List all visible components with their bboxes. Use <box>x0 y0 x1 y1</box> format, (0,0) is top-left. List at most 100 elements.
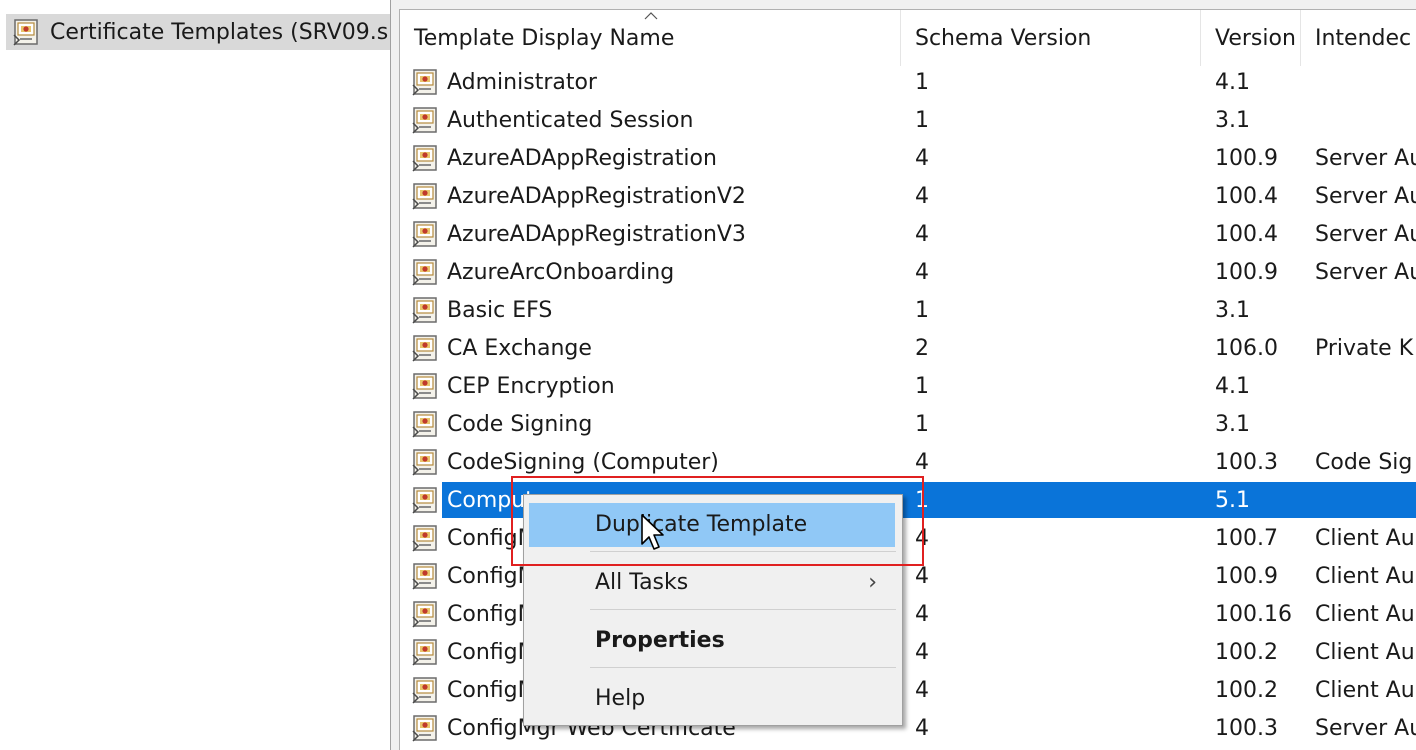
cell-name: AzureADAppRegistrationV2 <box>447 184 746 209</box>
cell-intended-purpose: Client Au <box>1315 678 1415 703</box>
menu-item-label: Duplicate Template <box>595 512 808 537</box>
table-row[interactable]: CEP Encryption 1 4.1 <box>400 367 1416 405</box>
certificate-template-icon <box>412 677 437 704</box>
cell-schema-version: 2 <box>915 336 929 361</box>
table-row[interactable]: Authenticated Session 1 3.1 <box>400 101 1416 139</box>
cell-version: 100.9 <box>1215 146 1278 171</box>
cell-version: 4.1 <box>1215 374 1250 399</box>
cell-intended-purpose: Client Au <box>1315 602 1415 627</box>
cell-intended-purpose: Client Au <box>1315 526 1415 551</box>
cell-version: 106.0 <box>1215 336 1278 361</box>
table-row[interactable]: CodeSigning (Computer) 4 100.3 Code Sig <box>400 443 1416 481</box>
cell-intended-purpose: Code Sig <box>1315 450 1413 475</box>
cell-intended-purpose: Server Au <box>1315 184 1416 209</box>
cell-version: 100.4 <box>1215 222 1278 247</box>
cell-version: 4.1 <box>1215 70 1250 95</box>
certificate-template-icon <box>412 449 437 476</box>
cell-version: 5.1 <box>1215 488 1250 513</box>
cell-intended-purpose: Client Au <box>1315 564 1415 589</box>
cell-name: Comput <box>447 488 534 513</box>
menu-item-duplicate-template[interactable]: Duplicate Template <box>529 503 895 547</box>
certificate-template-icon <box>412 183 437 210</box>
cell-schema-version: 4 <box>915 222 929 247</box>
column-header-version[interactable]: Version <box>1201 10 1301 66</box>
cell-version: 100.3 <box>1215 716 1278 741</box>
certificate-template-icon <box>412 335 437 362</box>
cell-schema-version: 4 <box>915 602 929 627</box>
cell-name: CodeSigning (Computer) <box>447 450 719 475</box>
certificate-template-icon <box>412 297 437 324</box>
table-row[interactable]: Code Signing 1 3.1 <box>400 405 1416 443</box>
cell-name: Administrator <box>447 70 597 95</box>
cell-version: 3.1 <box>1215 108 1250 133</box>
cell-intended-purpose: Private K <box>1315 336 1414 361</box>
cell-version: 3.1 <box>1215 412 1250 437</box>
certificate-templates-icon <box>13 19 38 46</box>
cell-schema-version: 4 <box>915 450 929 475</box>
cell-schema-version: 1 <box>915 412 929 437</box>
menu-item-help[interactable]: Help <box>529 677 895 721</box>
cell-version: 100.9 <box>1215 564 1278 589</box>
tree-node-certificate-templates[interactable]: Certificate Templates (SRV09.sinn <box>6 14 390 50</box>
table-row[interactable]: CA Exchange 2 106.0 Private K <box>400 329 1416 367</box>
cell-schema-version: 4 <box>915 678 929 703</box>
menu-item-label: Help <box>595 686 646 711</box>
certificate-template-icon <box>412 525 437 552</box>
cell-name: Basic EFS <box>447 298 553 323</box>
cell-version: 3.1 <box>1215 298 1250 323</box>
certificate-template-icon <box>412 221 437 248</box>
cell-schema-version: 1 <box>915 70 929 95</box>
cell-schema-version: 4 <box>915 526 929 551</box>
certificate-template-icon <box>412 373 437 400</box>
table-row[interactable]: AzureArcOnboarding 4 100.9 Server Au <box>400 253 1416 291</box>
cell-name: Code Signing <box>447 412 593 437</box>
menu-item-properties[interactable]: Properties <box>529 619 895 663</box>
cell-name: Authenticated Session <box>447 108 694 133</box>
cell-version: 100.16 <box>1215 602 1292 627</box>
cell-intended-purpose: Client Au <box>1315 640 1415 665</box>
menu-separator <box>590 609 896 610</box>
cell-schema-version: 1 <box>915 374 929 399</box>
cell-intended-purpose: Server Au <box>1315 260 1416 285</box>
certificate-template-icon <box>412 487 437 514</box>
certificate-template-icon <box>412 145 437 172</box>
cell-schema-version: 4 <box>915 564 929 589</box>
cell-schema-version: 4 <box>915 146 929 171</box>
certificate-template-icon <box>412 259 437 286</box>
cell-name: AzureArcOnboarding <box>447 260 675 285</box>
table-row[interactable]: Administrator 1 4.1 <box>400 63 1416 101</box>
context-menu: Duplicate Template All Tasks › Properties He… <box>523 494 903 726</box>
certificate-template-icon <box>412 639 437 666</box>
certificate-template-icon <box>412 411 437 438</box>
cell-intended-purpose: Server Au <box>1315 222 1416 247</box>
cell-name: CA Exchange <box>447 336 592 361</box>
menu-item-all-tasks[interactable]: All Tasks › <box>529 561 895 605</box>
table-row[interactable]: Basic EFS 1 3.1 <box>400 291 1416 329</box>
cell-intended-purpose: Server Au <box>1315 146 1416 171</box>
mouse-pointer-icon <box>640 513 664 553</box>
list-header: Template Display Name Schema Version Ver… <box>400 10 1416 66</box>
cell-schema-version: 1 <box>915 488 929 513</box>
certificate-template-icon <box>412 69 437 96</box>
cell-intended-purpose: Server Au <box>1315 716 1416 741</box>
cell-version: 100.9 <box>1215 260 1278 285</box>
cell-schema-version: 4 <box>915 184 929 209</box>
cell-version: 100.7 <box>1215 526 1278 551</box>
tree-pane: Certificate Templates (SRV09.sinn <box>0 0 391 750</box>
cell-name: AzureADAppRegistrationV3 <box>447 222 746 247</box>
cell-name: AzureADAppRegistration <box>447 146 717 171</box>
cell-version: 100.2 <box>1215 678 1278 703</box>
column-header-schema[interactable]: Schema Version <box>901 10 1201 66</box>
cell-version: 100.2 <box>1215 640 1278 665</box>
menu-separator <box>590 551 896 552</box>
menu-item-label: All Tasks <box>595 570 689 595</box>
cell-schema-version: 4 <box>915 716 929 741</box>
certificate-template-icon <box>412 107 437 134</box>
table-row[interactable]: AzureADAppRegistrationV3 4 100.4 Server Au <box>400 215 1416 253</box>
column-header-intended[interactable]: Intendec <box>1301 10 1416 66</box>
cell-name: CEP Encryption <box>447 374 615 399</box>
certificate-template-icon <box>412 601 437 628</box>
table-row[interactable]: AzureADAppRegistration 4 100.9 Server Au <box>400 139 1416 177</box>
table-row[interactable]: AzureADAppRegistrationV2 4 100.4 Server Au <box>400 177 1416 215</box>
pane-splitter[interactable] <box>391 0 399 750</box>
